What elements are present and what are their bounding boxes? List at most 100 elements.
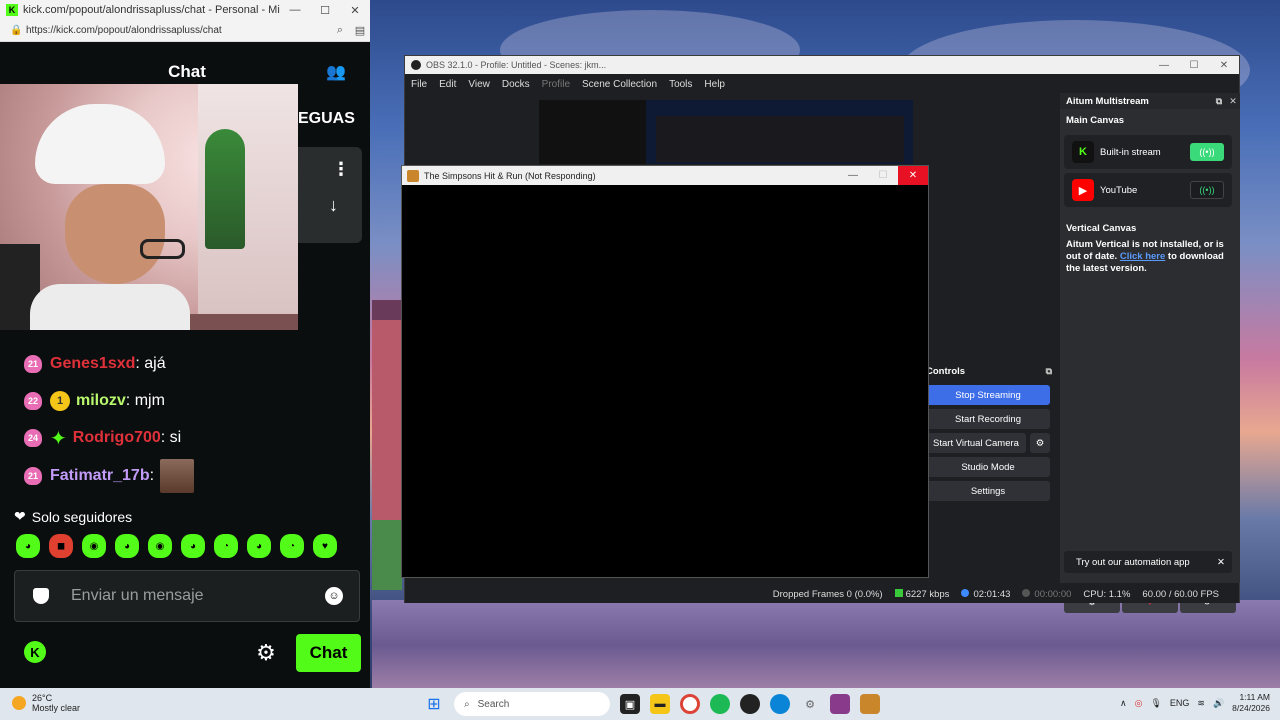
menu-help[interactable]: Help xyxy=(698,79,731,90)
chat-username[interactable]: milozv xyxy=(76,392,126,410)
bitrate-status: 6227 kbps xyxy=(894,588,949,600)
menu-profile[interactable]: Profile xyxy=(536,79,576,90)
pinned-message-box: ⋮ ↓ xyxy=(298,147,362,243)
wifi-icon[interactable]: ≋ xyxy=(1197,698,1205,709)
language-indicator[interactable]: ENG xyxy=(1170,698,1190,708)
game-titlebar[interactable]: The Simpsons Hit & Run (Not Responding) … xyxy=(402,166,928,185)
controls-dock: Controls ⧉ Stop Streaming Start Recordin… xyxy=(926,363,1056,511)
start-virtual-camera-button[interactable]: Start Virtual Camera xyxy=(926,433,1026,453)
menu-edit[interactable]: Edit xyxy=(433,79,462,90)
chat-message: 24 ✦ Rodrigo700 : si xyxy=(24,424,181,452)
obs-taskbar-icon[interactable] xyxy=(740,694,760,714)
message-input-placeholder[interactable]: Enviar un mensaje xyxy=(71,587,325,605)
chat-username[interactable]: Rodrigo700 xyxy=(73,429,161,447)
stream-toggle-button[interactable]: ((•)) xyxy=(1190,181,1224,199)
webcam-face xyxy=(65,184,165,284)
maximize-icon[interactable]: ☐ xyxy=(310,4,340,17)
automation-app-banner[interactable]: Try out our automation app ✕ xyxy=(1064,551,1232,573)
stop-streaming-button[interactable]: Stop Streaming xyxy=(926,385,1050,405)
gift-badge-icon: 1 xyxy=(50,391,70,411)
maximize-icon[interactable]: ☐ xyxy=(1179,60,1209,71)
menu-tools[interactable]: Tools xyxy=(663,79,698,90)
chevron-up-icon[interactable]: ∧ xyxy=(1120,698,1127,709)
windows-start-icon[interactable]: ⊞ xyxy=(424,694,444,714)
obs-logo-icon xyxy=(411,60,421,70)
minimize-icon[interactable]: — xyxy=(280,4,310,16)
emote-button[interactable]: ◼ xyxy=(49,534,73,558)
obs-titlebar[interactable]: OBS 32.1.0 - Profile: Untitled - Scenes:… xyxy=(405,56,1239,74)
maximize-icon[interactable]: ☐ xyxy=(868,166,898,185)
minimize-icon[interactable]: — xyxy=(838,166,868,185)
stream-toggle-button[interactable]: ((•)) xyxy=(1190,143,1224,161)
close-icon[interactable]: ✕ xyxy=(1209,60,1239,71)
chrome-icon[interactable] xyxy=(680,694,700,714)
close-icon[interactable]: ✕ xyxy=(1226,96,1240,107)
emote-button[interactable]: ◕ xyxy=(115,534,139,558)
more-options-icon[interactable]: ⋮ xyxy=(332,159,350,180)
lock-icon[interactable]: 🔒 xyxy=(10,25,22,36)
file-explorer-icon[interactable]: ▬ xyxy=(650,694,670,714)
simpsons-game-taskbar-icon[interactable] xyxy=(860,694,880,714)
emote-button[interactable]: ◉ xyxy=(148,534,172,558)
emote-button[interactable]: ◉ xyxy=(82,534,106,558)
weather-widget[interactable]: 26°C Mostly clear xyxy=(12,693,80,713)
stream-target-name: YouTube xyxy=(1100,184,1138,196)
emote-button[interactable]: ◕ xyxy=(247,534,271,558)
emote-button[interactable]: ◔ xyxy=(214,534,238,558)
rec-indicator-icon xyxy=(1022,588,1031,597)
menu-file[interactable]: File xyxy=(405,79,433,90)
chat-username[interactable]: Fatimatr_17b xyxy=(50,467,150,485)
obs-preview[interactable] xyxy=(539,100,913,164)
security-icon[interactable]: ◎ xyxy=(1135,698,1143,709)
settings-gear-icon[interactable]: ⚙ xyxy=(254,641,278,665)
task-view-icon[interactable]: ▣ xyxy=(620,694,640,714)
spotify-icon[interactable] xyxy=(710,694,730,714)
close-icon[interactable]: ✕ xyxy=(898,166,928,185)
speaker-icon[interactable]: 🔊 xyxy=(1213,698,1224,709)
close-icon[interactable]: ✕ xyxy=(340,4,370,17)
arrow-down-icon[interactable]: ↓ xyxy=(329,195,338,216)
chat-message: 21 Genes1sxd : ajá xyxy=(24,350,166,378)
reader-icon[interactable]: ▤ xyxy=(350,24,370,37)
emoji-picker-icon[interactable]: ☺ xyxy=(325,587,343,605)
emote-button[interactable]: ♥ xyxy=(313,534,337,558)
download-link[interactable]: Click here xyxy=(1120,251,1165,262)
emote-button[interactable]: ◕ xyxy=(181,534,205,558)
settings-button[interactable]: Settings xyxy=(926,481,1050,501)
chat-username[interactable]: Genes1sxd xyxy=(50,355,135,373)
close-icon[interactable]: ✕ xyxy=(1210,557,1232,568)
start-recording-button[interactable]: Start Recording xyxy=(926,409,1050,429)
shield-icon[interactable] xyxy=(33,588,49,604)
message-input[interactable]: Enviar un mensaje ☺ xyxy=(14,570,360,622)
studio-mode-button[interactable]: Studio Mode xyxy=(926,457,1050,477)
chat-emote-image[interactable] xyxy=(160,459,195,493)
sub-badge-icon: 21 xyxy=(24,355,42,373)
emote-button[interactable]: ◕ xyxy=(16,534,40,558)
zoom-icon[interactable]: ⌕ xyxy=(330,24,350,37)
sub-badge-icon: 24 xyxy=(24,429,42,447)
game-title: The Simpsons Hit & Run (Not Responding) xyxy=(424,170,596,181)
taskbar-search[interactable]: ⌕ Search xyxy=(454,692,610,716)
clock[interactable]: 1:11 AM 8/24/2026 xyxy=(1232,692,1270,714)
menu-view[interactable]: View xyxy=(462,79,496,90)
emote-button[interactable]: ◔ xyxy=(280,534,304,558)
users-icon[interactable]: 👥 xyxy=(326,62,346,81)
send-chat-button[interactable]: Chat xyxy=(296,634,361,672)
edge-icon[interactable] xyxy=(770,694,790,714)
automation-app-text[interactable]: Try out our automation app xyxy=(1064,557,1210,568)
browser-titlebar[interactable]: K kick.com/popout/alondrissapluss/chat -… xyxy=(0,0,370,20)
address-bar[interactable]: 🔒 https://kick.com/popout/alondrissaplus… xyxy=(0,20,370,42)
undock-icon[interactable]: ⧉ xyxy=(1212,96,1226,107)
stream-time-status: 02:01:43 xyxy=(961,588,1010,600)
url-text[interactable]: https://kick.com/popout/alondrissapluss/… xyxy=(26,25,330,36)
minimize-icon[interactable]: — xyxy=(1149,60,1179,71)
winrar-icon[interactable] xyxy=(830,694,850,714)
settings-app-icon[interactable]: ⚙ xyxy=(800,694,820,714)
kick-logo-icon[interactable]: K xyxy=(24,641,46,663)
virtual-camera-settings-icon[interactable]: ⚙ xyxy=(1030,433,1050,453)
undock-icon[interactable]: ⧉ xyxy=(1046,366,1052,377)
microphone-icon[interactable]: 🎙 xyxy=(1150,698,1161,709)
obs-status-bar: Dropped Frames 0 (0.0%) 6227 kbps 02:01:… xyxy=(405,585,1239,603)
menu-scene-collection[interactable]: Scene Collection xyxy=(576,79,663,90)
menu-docks[interactable]: Docks xyxy=(496,79,536,90)
